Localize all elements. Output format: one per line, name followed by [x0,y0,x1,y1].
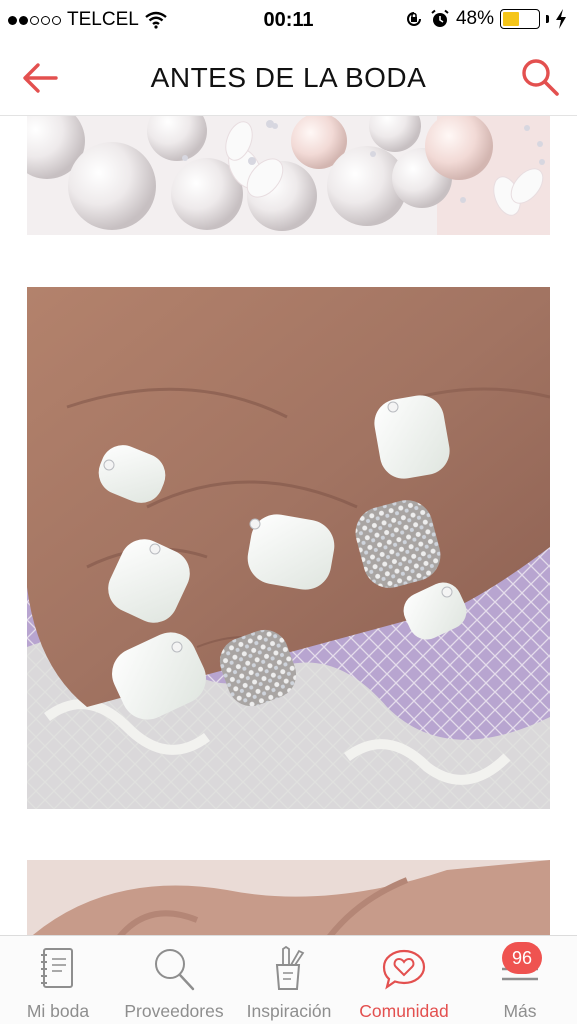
notification-badge: 96 [502,942,542,974]
tab-inspiracion[interactable]: Inspiración [236,936,342,1025]
tab-mi-boda[interactable]: Mi boda [4,936,112,1025]
orientation-lock-icon [407,12,421,26]
tab-proveedores[interactable]: Proveedores [116,936,232,1025]
status-bar: TELCEL 00:11 48% [0,0,577,40]
search-button[interactable] [517,54,563,100]
post-photo-manicure[interactable] [27,287,550,809]
pearls-image [27,116,550,235]
battery-cap [546,15,549,23]
tab-bar: Mi boda Proveedores Inspiración Comunida… [0,935,577,1024]
tab-comunidad[interactable]: Comunidad [348,936,460,1025]
navigation-bar: ANTES DE LA BODA [0,40,577,116]
tab-label: Proveedores [124,1001,224,1021]
notebook-icon [41,948,73,988]
post-photo-manicure-partial[interactable] [27,860,550,935]
search-icon [155,949,195,991]
post-photo-pearls[interactable] [27,116,550,235]
alarm-icon [431,9,449,27]
search-icon [522,59,559,96]
battery-icon [500,9,540,29]
post-content[interactable] [0,116,577,935]
charging-bolt-icon [556,9,566,29]
battery-percent: 48% [455,8,494,29]
tab-label: Inspiración [246,1001,332,1021]
tab-label: Comunidad [359,1001,449,1021]
status-right: 48% [404,8,567,30]
manicure-image [27,287,550,809]
heart-bubble-icon [382,949,426,990]
tab-label: Mi boda [26,1001,90,1021]
page-title: ANTES DE LA BODA [150,62,427,93]
pencil-cup-icon [275,945,305,990]
battery-level [503,12,520,26]
tab-label: Más [503,1001,537,1021]
manicure-partial-image [27,860,550,935]
